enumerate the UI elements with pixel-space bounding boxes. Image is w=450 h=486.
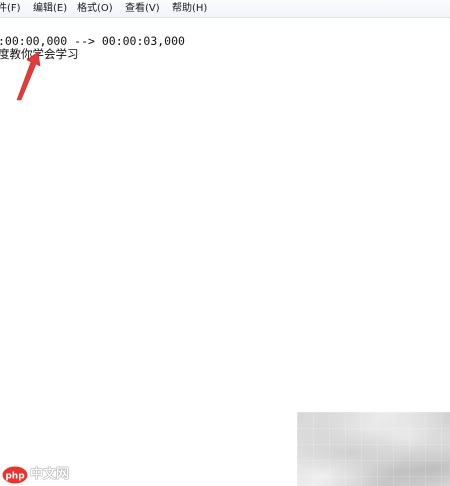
menu-format[interactable]: 格式(O) [77, 1, 113, 16]
red-arrow-annotation-icon [16, 51, 41, 101]
subtitle-timecode-line: :00:00,000 --> 00:00:03,000 [0, 34, 185, 48]
menu-help[interactable]: 帮助(H) [172, 1, 207, 16]
menu-edit[interactable]: 编辑(E) [33, 1, 67, 16]
menu-bar: 件(F) 编辑(E) 格式(O) 查看(V) 帮助(H) [0, 0, 450, 18]
php-logo-icon: php [2, 466, 28, 484]
svg-text:php: php [5, 472, 25, 482]
notepad-window: 件(F) 编辑(E) 格式(O) 查看(V) 帮助(H) :00:00,000 … [0, 0, 450, 486]
watermark-site-text: 中文网 [30, 467, 70, 482]
menu-view[interactable]: 查看(V) [125, 1, 160, 16]
menu-file[interactable]: 件(F) [0, 1, 21, 16]
blurred-mosaic-region [297, 412, 450, 486]
